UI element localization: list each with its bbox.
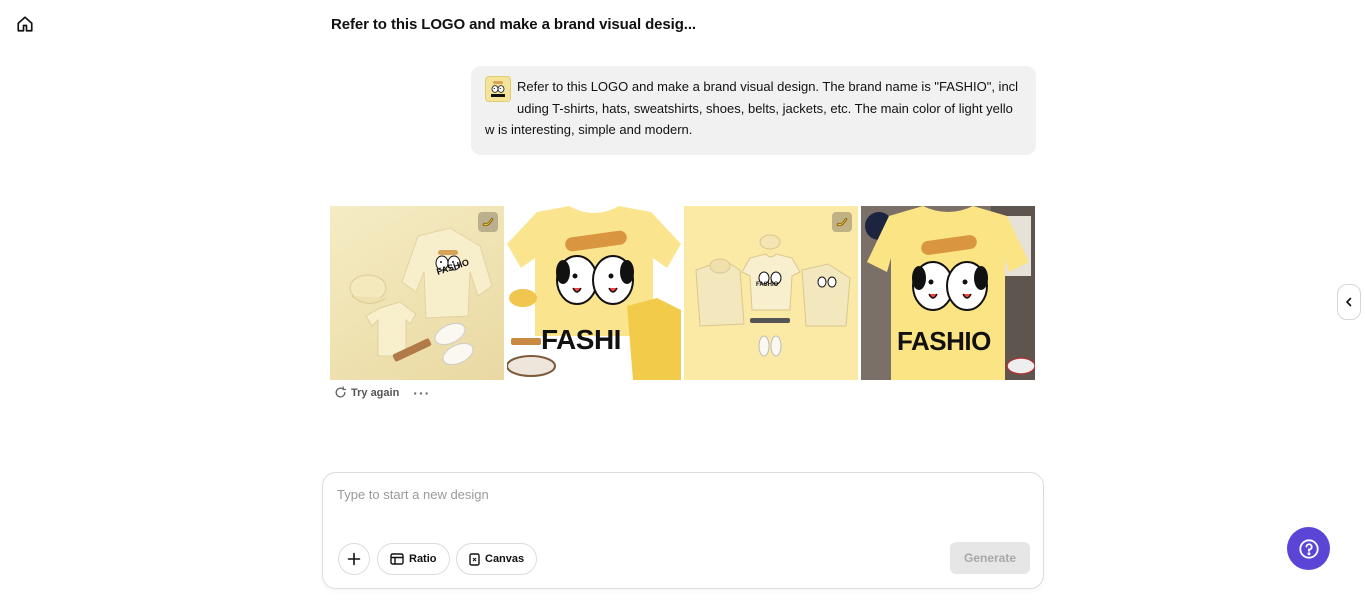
prompt-message: Refer to this LOGO and make a brand visu… — [471, 66, 1036, 155]
refresh-icon — [335, 386, 347, 398]
help-icon — [1298, 538, 1319, 559]
banana-icon — [836, 218, 848, 227]
banana-icon — [482, 218, 494, 227]
banana-badge — [478, 212, 498, 232]
chevron-left-icon — [1345, 297, 1352, 307]
home-icon — [17, 16, 33, 32]
try-again-label: Try again — [351, 386, 400, 399]
canvas-label: Canvas — [485, 553, 525, 565]
add-attachment-button[interactable] — [338, 543, 370, 575]
logo-thumbnail[interactable] — [485, 76, 511, 102]
dog-logo-icon — [491, 81, 505, 97]
banana-badge — [832, 212, 852, 232]
brand-label: FASHI — [541, 324, 621, 355]
ratio-icon — [390, 553, 404, 565]
ratio-label: Ratio — [409, 553, 437, 565]
canvas-icon — [469, 552, 480, 566]
result-gallery: FASHIO FASHI FASHIO FASHIO — [330, 206, 1036, 380]
result-image-4[interactable]: FASHIO — [861, 206, 1035, 380]
try-again-button[interactable]: Try again — [334, 386, 399, 399]
brand-label: FASHIO — [897, 326, 991, 356]
result-image-3[interactable]: FASHIO — [684, 206, 858, 380]
collection-illustration — [695, 234, 851, 357]
design-prompt-input[interactable] — [337, 487, 1027, 527]
home-button[interactable] — [14, 13, 36, 35]
side-panel-toggle[interactable] — [1337, 284, 1361, 320]
flatlay-illustration — [349, 227, 493, 366]
help-button[interactable] — [1287, 527, 1330, 570]
ratio-button[interactable]: Ratio — [377, 543, 450, 575]
more-options-button[interactable]: ··· — [413, 386, 430, 400]
result-image-2[interactable]: FASHI — [507, 206, 681, 380]
result-actions: Try again ··· — [334, 386, 430, 400]
result-image-1[interactable]: FASHIO — [330, 206, 504, 380]
plus-icon — [347, 552, 361, 566]
canvas-button[interactable]: Canvas — [456, 543, 538, 575]
prompt-text: Refer to this LOGO and make a brand visu… — [485, 79, 1019, 137]
page-title: Refer to this LOGO and make a brand visu… — [331, 16, 696, 33]
composer: Ratio Canvas Generate — [322, 472, 1044, 589]
generate-button[interactable]: Generate — [950, 542, 1030, 574]
brand-label: FASHIO — [756, 282, 779, 288]
